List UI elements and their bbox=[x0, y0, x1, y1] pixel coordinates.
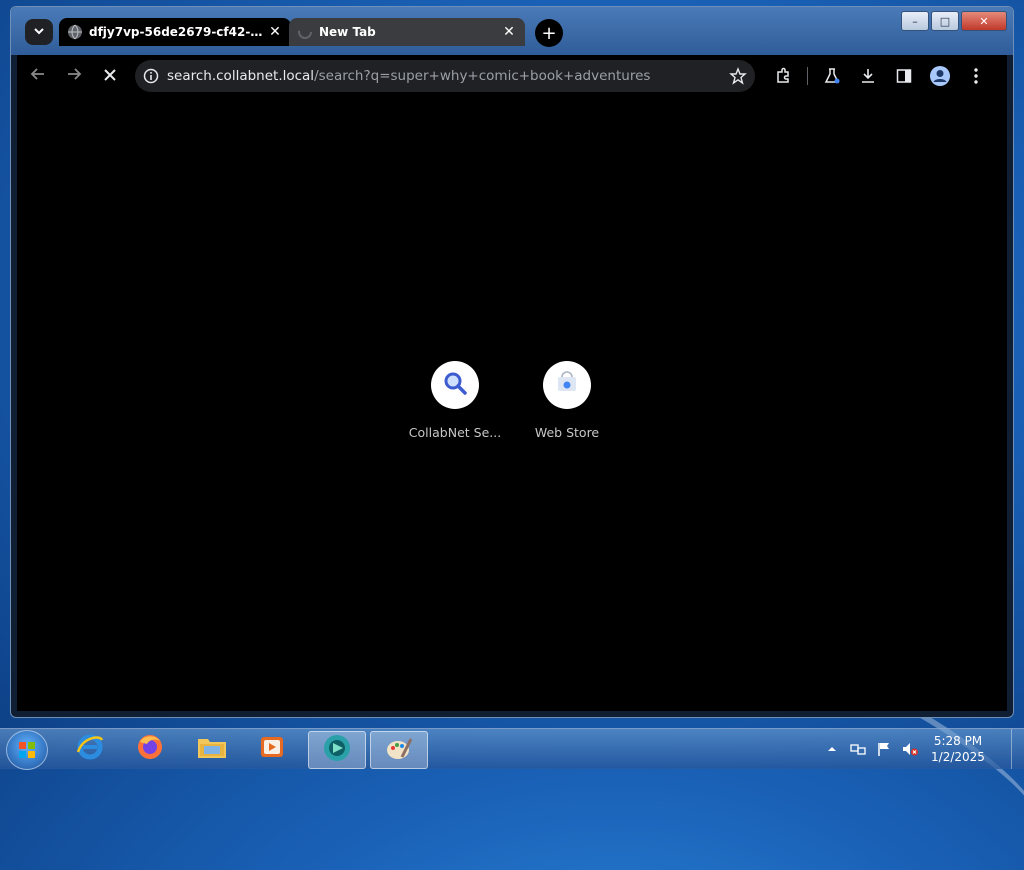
shortcut-icon-tile bbox=[543, 361, 591, 409]
forward-button[interactable] bbox=[59, 61, 89, 91]
shortcut-web-store[interactable]: Web Store bbox=[517, 361, 617, 440]
taskbar-file-explorer[interactable] bbox=[184, 731, 240, 767]
taskbar-firefox[interactable] bbox=[122, 731, 178, 767]
toolbar-actions bbox=[771, 64, 988, 88]
taskbar-browser-app[interactable] bbox=[308, 731, 366, 769]
browser-window: dfjy7vp-56de2679-cf42-48fd-a ✕ New Tab ✕… bbox=[10, 6, 1014, 718]
url-host: search.collabnet.local bbox=[167, 68, 315, 84]
system-tray: 5:28 PM 1/2/2025 bbox=[819, 729, 1024, 769]
shortcut-label: Web Store bbox=[534, 425, 600, 440]
tab-title: New Tab bbox=[319, 25, 376, 39]
bookmark-star-icon[interactable] bbox=[729, 67, 747, 85]
close-window-button[interactable]: ✕ bbox=[961, 11, 1007, 31]
extensions-icon[interactable] bbox=[771, 64, 795, 88]
chevron-down-icon bbox=[33, 25, 45, 40]
new-tab-page: CollabNet Se... Web Store bbox=[17, 97, 1007, 711]
shortcut-icon-tile bbox=[431, 361, 479, 409]
firefox-icon bbox=[135, 732, 165, 766]
site-info-icon[interactable] bbox=[143, 68, 159, 84]
taskbar-clock[interactable]: 5:28 PM 1/2/2025 bbox=[923, 733, 993, 765]
taskbar-internet-explorer[interactable] bbox=[62, 731, 118, 767]
shortcut-collabnet-search[interactable]: CollabNet Se... bbox=[405, 361, 505, 440]
plus-icon: + bbox=[541, 22, 557, 44]
tab-close-icon[interactable]: ✕ bbox=[267, 24, 283, 40]
labs-flask-icon[interactable] bbox=[820, 64, 844, 88]
tab-search-button[interactable] bbox=[25, 19, 53, 45]
paint-icon bbox=[384, 733, 414, 767]
media-player-icon bbox=[258, 733, 286, 765]
address-bar[interactable]: search.collabnet.local/search?q=super+wh… bbox=[135, 60, 755, 92]
loading-spinner-icon bbox=[297, 24, 313, 40]
window-controls: – □ ✕ bbox=[901, 11, 1007, 31]
browser-titlebar: dfjy7vp-56de2679-cf42-48fd-a ✕ New Tab ✕… bbox=[11, 7, 1013, 55]
toolbar-separator bbox=[807, 67, 808, 85]
arrow-right-icon bbox=[66, 66, 82, 87]
tab-close-icon[interactable]: ✕ bbox=[501, 24, 517, 40]
shortcut-label: CollabNet Se... bbox=[408, 425, 502, 440]
clock-date: 1/2/2025 bbox=[931, 750, 985, 764]
taskbar-media-player[interactable] bbox=[244, 731, 300, 767]
tab-new-tab[interactable]: New Tab ✕ bbox=[289, 18, 525, 46]
show-desktop-button[interactable] bbox=[1011, 729, 1024, 769]
menu-kebab-icon[interactable] bbox=[964, 64, 988, 88]
network-icon[interactable] bbox=[849, 740, 867, 758]
new-tab-button[interactable]: + bbox=[535, 19, 563, 47]
clock-time: 5:28 PM bbox=[933, 734, 983, 748]
globe-icon bbox=[67, 24, 83, 40]
action-center-flag-icon[interactable] bbox=[875, 740, 893, 758]
taskbar: 5:28 PM 1/2/2025 bbox=[0, 728, 1024, 770]
internet-explorer-icon bbox=[75, 732, 105, 766]
browser-toolbar: search.collabnet.local/search?q=super+wh… bbox=[17, 55, 1007, 97]
minimize-button[interactable]: – bbox=[901, 11, 929, 31]
arrow-left-icon bbox=[30, 66, 46, 87]
side-panel-icon[interactable] bbox=[892, 64, 916, 88]
tab-title: dfjy7vp-56de2679-cf42-48fd-a bbox=[89, 25, 267, 39]
file-explorer-icon bbox=[196, 733, 228, 765]
chrome-app-icon bbox=[321, 732, 353, 768]
download-icon[interactable] bbox=[856, 64, 880, 88]
show-hidden-icons-icon[interactable] bbox=[823, 740, 841, 758]
maximize-button[interactable]: □ bbox=[931, 11, 959, 31]
volume-muted-icon[interactable] bbox=[901, 740, 919, 758]
taskbar-paint[interactable] bbox=[370, 731, 428, 769]
windows-logo-icon bbox=[7, 742, 47, 773]
back-button[interactable] bbox=[23, 61, 53, 91]
close-icon bbox=[103, 66, 117, 87]
web-store-icon bbox=[555, 371, 579, 399]
search-icon bbox=[442, 370, 468, 400]
start-button[interactable] bbox=[6, 730, 48, 770]
tab-active[interactable]: dfjy7vp-56de2679-cf42-48fd-a ✕ bbox=[59, 18, 291, 46]
url-text[interactable]: search.collabnet.local/search?q=super+wh… bbox=[167, 68, 729, 84]
url-path: /search?q=super+why+comic+book+adventure… bbox=[314, 68, 651, 84]
profile-avatar-icon[interactable] bbox=[928, 64, 952, 88]
stop-loading-button[interactable] bbox=[95, 61, 125, 91]
